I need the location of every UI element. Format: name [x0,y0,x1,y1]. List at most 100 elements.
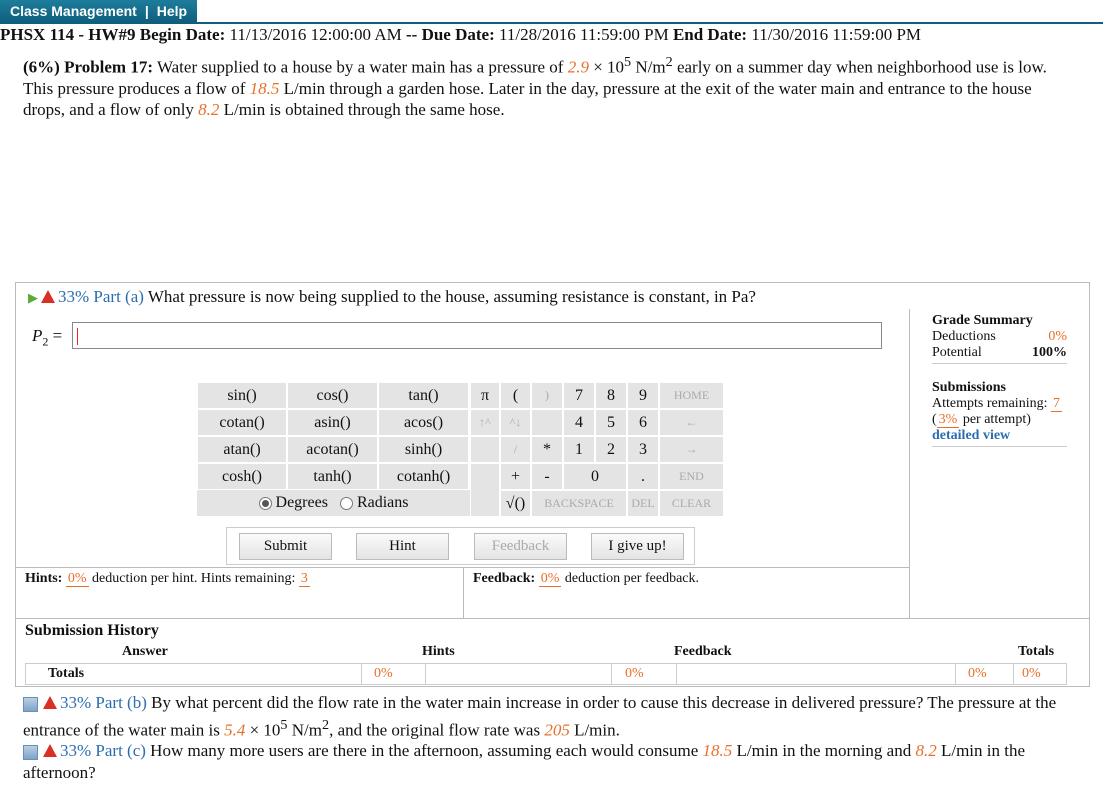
part-a-pct: 33% Part (a) [58,287,144,306]
key-plus[interactable]: + [500,463,531,490]
part-c-text: How many more users are there in the aft… [145,741,703,760]
potential-value: 100% [1032,345,1067,360]
cell-divider [611,663,612,685]
begin-date: 11/13/2016 12:00:00 AM [229,25,402,44]
feedback-label: Feedback: [473,571,536,586]
key-minus[interactable]: - [531,463,563,490]
help-link[interactable]: Help [157,3,187,19]
part-c-flow1: 18.5 [702,741,733,760]
part-b-text: × 10 [245,720,281,740]
deductions-value: 0% [1048,329,1067,344]
func-key[interactable]: tan() [378,382,469,409]
detailed-view-link[interactable]: detailed view [932,428,1010,443]
key-endk[interactable]: END [659,463,724,490]
key-k1[interactable]: 1 [563,436,595,463]
per-attempt-text: per attempt) [959,412,1031,427]
exponent: 2 [321,717,330,733]
warning-icon [43,744,57,757]
end-date: 11/30/2016 11:59:00 PM [751,25,922,44]
func-key[interactable]: tanh() [287,463,378,490]
key-k6[interactable]: 6 [627,409,659,436]
attempts-value: 7 [1050,396,1062,412]
part-c: 33% Part (c) How many more users are the… [23,740,1083,784]
key-k2[interactable]: 2 [595,436,627,463]
func-key[interactable]: acos() [378,409,469,436]
func-key[interactable]: acotan() [287,436,378,463]
func-key[interactable]: cotan() [197,409,287,436]
angle-mode-row: Degrees Radians [197,490,470,516]
key-rp[interactable]: ) [531,382,563,409]
key-up[interactable]: ↑^ [470,409,500,436]
expand-triangle-icon[interactable]: ▶ [28,290,38,305]
key-home[interactable]: HOME [659,382,724,409]
key-right[interactable]: → [659,436,724,463]
part-b-text: , and the original flow rate was [329,720,545,740]
key-k7[interactable]: 7 [563,382,595,409]
part-b: 33% Part (b) By what percent did the flo… [23,692,1083,742]
give-up-button[interactable]: I give up! [591,533,684,560]
answer-label: P2 = [32,326,62,349]
func-key[interactable]: sin() [197,382,287,409]
totals-feedback: 0% [968,666,987,681]
key-backspace[interactable]: BACKSPACE [531,490,627,517]
submissions-title: Submissions [932,380,1006,395]
end-label: End Date: [672,25,748,44]
degrees-radio[interactable] [258,496,272,510]
key-sqrt[interactable]: √() [500,490,531,517]
func-key[interactable]: asin() [287,409,378,436]
key-k9[interactable]: 9 [627,382,659,409]
key-k3[interactable]: 3 [627,436,659,463]
key-k5[interactable]: 5 [595,409,627,436]
key-del[interactable]: DEL [627,490,659,517]
key-k0[interactable]: 0 [563,463,627,490]
key-lp[interactable]: ( [500,382,531,409]
answer-var: P [32,326,43,345]
key-left[interactable]: ← [659,409,724,436]
assignment-header: PHSX 114 - HW#9 Begin Date: 11/13/2016 1… [0,22,1103,44]
cell-divider [1013,663,1014,685]
problem-text: Water supplied to a house by a water mai… [153,57,568,77]
feedback-info: Feedback: 0% deduction per feedback. [473,571,699,587]
radians-radio[interactable] [339,496,353,510]
part-c-flow2: 8.2 [915,741,937,760]
key-clear[interactable]: CLEAR [659,490,724,517]
text-cursor [77,328,78,345]
history-title: Submission History [25,622,159,639]
func-key[interactable]: cotanh() [378,463,469,490]
key-blank [470,463,500,517]
totals-hints: 0% [625,666,644,681]
part-b-pct: 33% Part (b) [60,693,147,712]
class-management-link[interactable]: Class Management [10,3,137,19]
part-a-question: What pressure is now being supplied to t… [143,287,756,306]
warning-icon [41,290,55,303]
hint-button[interactable]: Hint [356,533,449,560]
totals-answer: 0% [374,666,393,681]
key-dot[interactable]: . [627,463,659,490]
col-totals: Totals [1018,644,1055,659]
answer-input[interactable] [72,322,882,349]
key-blank [531,409,563,436]
key-pi[interactable]: π [470,382,500,409]
warning-icon [43,696,57,709]
key-mul[interactable]: * [531,436,563,463]
attempts-label: Attempts remaining: [932,396,1051,411]
submit-button[interactable]: Submit [239,533,332,560]
func-key[interactable]: cos() [287,382,378,409]
answer-eq: = [48,326,63,345]
func-key[interactable]: atan() [197,436,287,463]
key-k4[interactable]: 4 [563,409,595,436]
edit-icon[interactable] [23,744,38,760]
potential-label: Potential [932,345,982,360]
exponent: 5 [280,717,288,733]
func-key[interactable]: cosh() [197,463,287,490]
key-caret[interactable]: ^↓ [500,409,531,436]
course-title: PHSX 114 - HW#9 [0,25,136,44]
func-key[interactable]: sinh() [378,436,469,463]
feedback-button[interactable]: Feedback [474,533,567,560]
hints-text: deduction per hint. Hints remaining: [88,571,299,586]
totals-row [25,663,1067,685]
key-div[interactable]: / [500,436,531,463]
edit-icon[interactable] [23,696,38,712]
key-k8[interactable]: 8 [595,382,627,409]
flow2-value: 8.2 [198,99,220,119]
